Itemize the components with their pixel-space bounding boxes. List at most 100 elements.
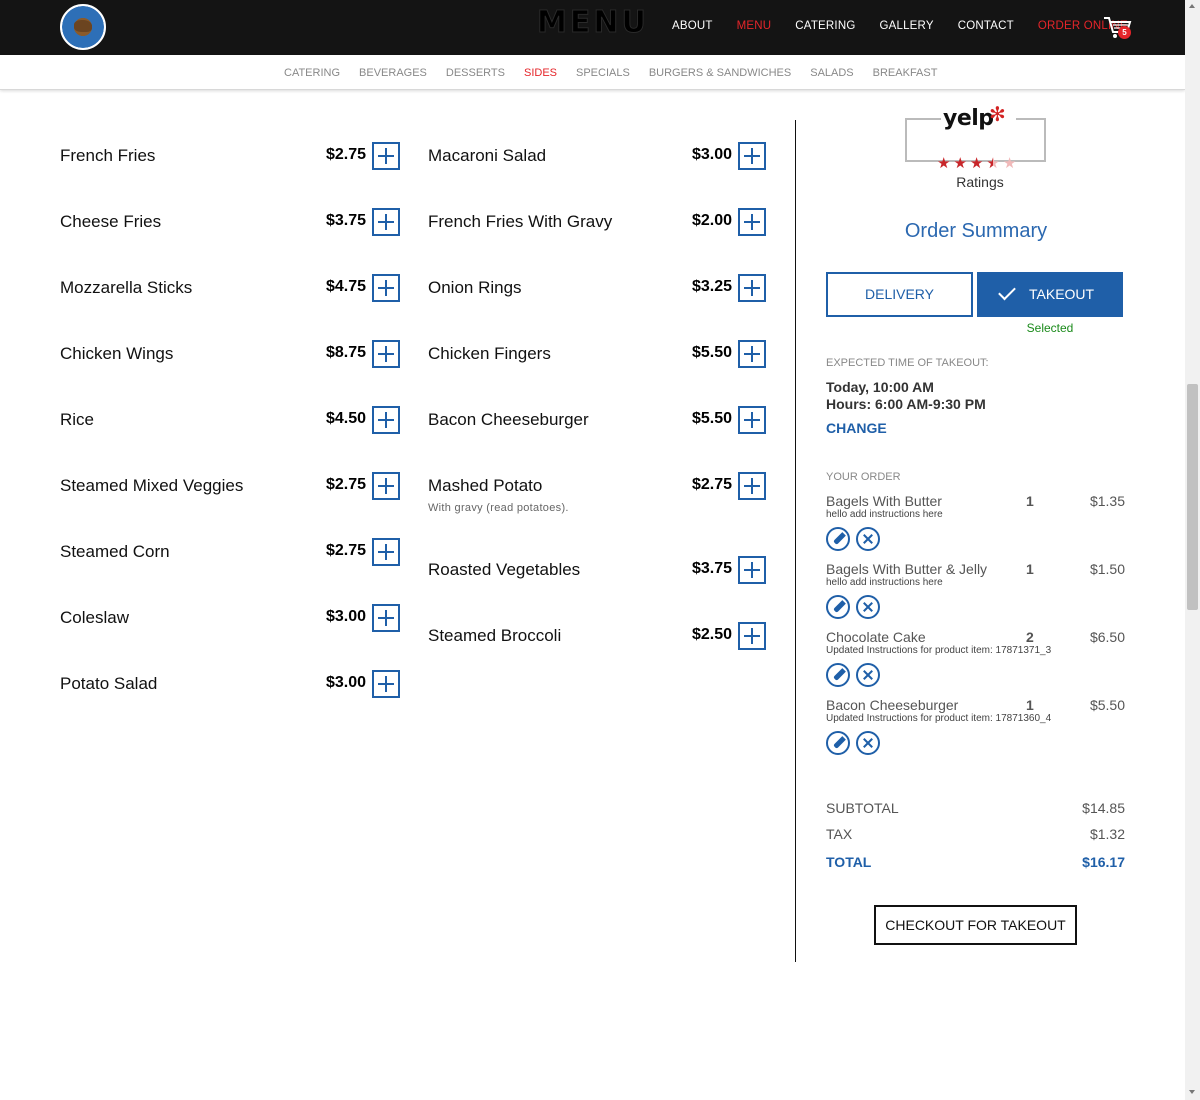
add-item-button[interactable] (372, 142, 400, 170)
menu-item-name: Steamed Corn (60, 542, 170, 561)
scroll-up-arrow-icon[interactable] (1189, 4, 1195, 8)
category-catering[interactable]: CATERING (284, 67, 340, 79)
category-breakfast[interactable]: BREAKFAST (873, 67, 938, 79)
menu-item: Coleslaw $3.00 (60, 602, 400, 636)
total-label: TOTAL (826, 854, 872, 870)
menu-item: Bacon Cheeseburger $5.50 (428, 404, 766, 438)
selected-indicator: Selected (1026, 321, 1074, 335)
order-item-name: Bagels With Butter & Jelly (826, 561, 988, 577)
order-item-instructions: hello add instructions here (826, 509, 943, 520)
menu-item-name: Mozzarella Sticks (60, 278, 193, 297)
star-empty-icon: ★ (1002, 155, 1017, 172)
menu-item-price: $3.00 (691, 146, 732, 163)
menu-item-price: $3.75 (691, 560, 732, 577)
your-order-label: YOUR ORDER (826, 471, 901, 483)
page-brand-title: MENU (537, 5, 649, 41)
menu-item-name: French Fries With Gravy (428, 212, 613, 231)
menu-item-price: $3.75 (325, 212, 366, 229)
checkout-button[interactable]: CHECKOUT FOR TAKEOUT (874, 905, 1077, 945)
category-beverages[interactable]: BEVERAGES (359, 67, 427, 79)
pencil-icon (833, 532, 846, 545)
menu-item-name: Chicken Fingers (428, 344, 551, 363)
subtotal-row: SUBTOTAL $14.85 (826, 800, 1125, 818)
remove-item-button[interactable] (856, 663, 880, 687)
edit-item-button[interactable] (826, 731, 850, 755)
check-icon (998, 282, 1016, 301)
edit-item-button[interactable] (826, 663, 850, 687)
add-item-button[interactable] (738, 208, 766, 236)
category-burgers-sandwiches[interactable]: BURGERS & SANDWICHES (649, 67, 791, 79)
add-item-button[interactable] (372, 274, 400, 302)
order-item-price: $1.50 (1089, 561, 1125, 577)
star-full-icon: ★ (953, 155, 967, 172)
order-item-name: Chocolate Cake (826, 629, 926, 645)
menu-item: Mozzarella Sticks $4.75 (60, 272, 400, 306)
nav-about[interactable]: ABOUT (672, 20, 713, 32)
menu-item-name: Coleslaw (60, 608, 129, 627)
yelp-logo: yelp (943, 106, 994, 131)
change-time-link[interactable]: CHANGE (826, 420, 887, 436)
order-item-price: $5.50 (1089, 697, 1125, 713)
star-half-icon: ★ (986, 155, 1000, 172)
edit-item-button[interactable] (826, 527, 850, 551)
menu-item: Macaroni Salad $3.00 (428, 140, 766, 174)
order-item-instructions: hello add instructions here (826, 577, 943, 588)
category-salads[interactable]: SALADS (810, 67, 853, 79)
takeout-label: TAKEOUT (1029, 286, 1095, 302)
remove-item-button[interactable] (856, 731, 880, 755)
add-item-button[interactable] (372, 340, 400, 368)
menu-item: Steamed Mixed Veggies $2.75 (60, 470, 400, 504)
order-line-item: Chocolate Cake 2 $6.50 Updated Instructi… (826, 629, 1126, 689)
add-item-button[interactable] (372, 208, 400, 236)
nav-contact[interactable]: CONTACT (958, 20, 1014, 32)
add-item-button[interactable] (738, 274, 766, 302)
scroll-down-arrow-icon[interactable] (1189, 1090, 1195, 1094)
order-summary-title: Order Summary (904, 220, 1048, 242)
nav-catering[interactable]: CATERING (795, 20, 855, 32)
menu-item: Rice $4.50 (60, 404, 400, 438)
delivery-option-button[interactable]: DELIVERY (826, 272, 973, 317)
nav-menu[interactable]: MENU (737, 20, 772, 32)
menu-item: Roasted Vegetables $3.75 (428, 554, 766, 588)
tax-row: TAX $1.32 (826, 826, 1125, 844)
yelp-rating-badge[interactable]: yelp ✻ ★ ★ ★ ★ ★ Ratings (905, 100, 1046, 190)
store-hours: Hours: 6:00 AM-9:30 PM (826, 396, 986, 412)
remove-item-button[interactable] (856, 595, 880, 619)
takeout-option-button[interactable]: TAKEOUT (977, 272, 1123, 317)
order-item-instructions: Updated Instructions for product item: 1… (826, 713, 1052, 724)
menu-item-name: Chicken Wings (60, 344, 174, 363)
menu-item-price: $2.75 (325, 476, 366, 493)
add-item-button[interactable] (738, 472, 766, 500)
menu-item: Chicken Wings $8.75 (60, 338, 400, 372)
menu-item-price: $5.50 (691, 344, 732, 361)
nav-gallery[interactable]: GALLERY (879, 20, 933, 32)
order-item-price: $1.35 (1089, 493, 1125, 509)
add-item-button[interactable] (738, 340, 766, 368)
remove-item-button[interactable] (856, 527, 880, 551)
scrollbar-thumb[interactable] (1187, 384, 1198, 610)
menu-item-price: $4.75 (325, 278, 366, 295)
tax-value: $1.32 (1089, 826, 1125, 842)
add-item-button[interactable] (372, 406, 400, 434)
category-specials[interactable]: SPECIALS (576, 67, 630, 79)
category-bar: CATERING BEVERAGES DESSERTS SIDES SPECIA… (0, 55, 1185, 90)
add-item-button[interactable] (738, 142, 766, 170)
add-item-button[interactable] (738, 406, 766, 434)
order-item-name: Bacon Cheeseburger (826, 697, 959, 713)
menu-item-price: $5.50 (691, 410, 732, 427)
category-sides[interactable]: SIDES (524, 67, 557, 79)
menu-item: Onion Rings $3.25 (428, 272, 766, 306)
logo-emblem-icon (74, 20, 92, 32)
edit-item-button[interactable] (826, 595, 850, 619)
add-item-button[interactable] (372, 604, 400, 632)
order-line-item: Bagels With Butter & Jelly 1 $1.50 hello… (826, 561, 1126, 621)
add-item-button[interactable] (738, 556, 766, 584)
restaurant-logo[interactable] (60, 4, 106, 50)
add-item-button[interactable] (372, 472, 400, 500)
add-item-button[interactable] (372, 538, 400, 566)
add-item-button[interactable] (738, 622, 766, 650)
menu-item-price: $3.25 (691, 278, 732, 295)
menu-item: Mashed Potato With gravy (read potatoes)… (428, 470, 766, 514)
category-desserts[interactable]: DESSERTS (446, 67, 505, 79)
add-item-button[interactable] (372, 670, 400, 698)
